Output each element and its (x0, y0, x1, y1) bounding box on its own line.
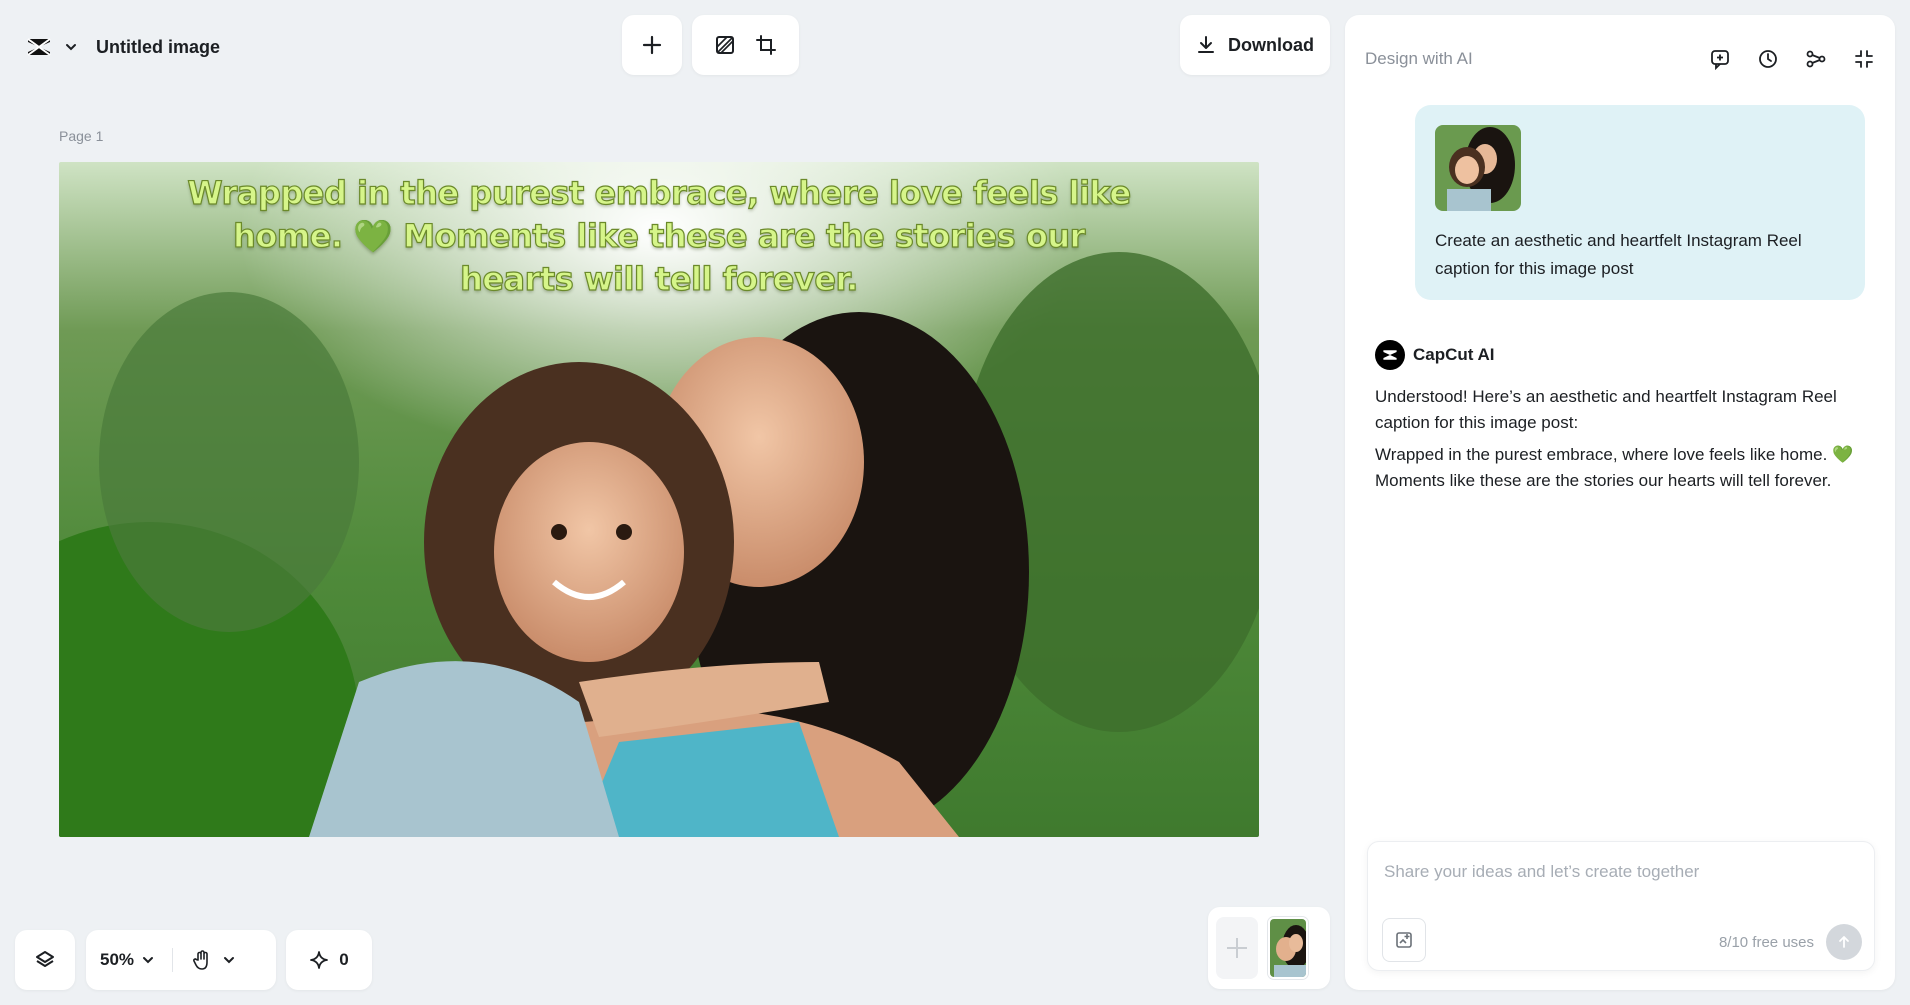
pan-tool-select[interactable] (191, 949, 235, 971)
assistant-message: CapCut AI Understood! Here’s an aestheti… (1375, 340, 1875, 494)
background-remove-icon[interactable] (714, 34, 736, 56)
ai-panel-header: Design with AI (1365, 29, 1875, 89)
user-message-text: Create an aesthetic and heartfelt Instag… (1435, 231, 1802, 278)
crop-resize-icon[interactable] (755, 34, 777, 56)
sparkle-icon (309, 950, 329, 970)
arrow-up-icon (1836, 934, 1852, 950)
ai-credits-button[interactable]: 0 (286, 930, 372, 990)
layers-icon (34, 949, 56, 971)
add-element-button[interactable] (622, 15, 682, 75)
ai-panel-title: Design with AI (1365, 49, 1473, 68)
brand-bar: Untitled image (12, 17, 240, 77)
download-label: Download (1228, 34, 1314, 55)
capcut-ai-avatar-icon (1375, 340, 1405, 370)
history-icon[interactable] (1757, 48, 1779, 70)
page-label: Page 1 (59, 128, 104, 144)
user-message-bubble: Create an aesthetic and heartfelt Instag… (1415, 105, 1865, 300)
chat-composer: Share your ideas and let’s create togeth… (1367, 841, 1875, 971)
assistant-reply-caption: Wrapped in the purest embrace, where lov… (1375, 445, 1854, 490)
chevron-down-icon[interactable] (64, 40, 78, 54)
attached-image-thumbnail[interactable] (1435, 125, 1521, 211)
assistant-header: CapCut AI (1375, 340, 1875, 370)
composer-input[interactable]: Share your ideas and let’s create togeth… (1384, 862, 1699, 882)
zoom-controls: 50% (86, 930, 276, 990)
download-button[interactable]: Download (1180, 15, 1330, 75)
assistant-name: CapCut AI (1413, 345, 1495, 364)
zoom-value: 50% (100, 950, 135, 969)
image-add-icon (1394, 930, 1414, 950)
plus-icon (1224, 935, 1250, 961)
collapse-icon[interactable] (1853, 48, 1875, 70)
free-uses-counter: 8/10 free uses (1718, 934, 1814, 951)
ai-panel: Design with AI Create an aesthetic and h… (1345, 15, 1895, 990)
share-icon[interactable] (1805, 48, 1827, 70)
design-canvas[interactable]: Wrapped in the purest embrace, where lov… (59, 162, 1259, 837)
download-icon (1196, 35, 1216, 55)
layers-button[interactable] (15, 930, 75, 990)
chevron-down-icon (223, 954, 235, 966)
send-button[interactable] (1826, 924, 1862, 960)
pages-strip (1208, 907, 1330, 989)
canvas-caption-text[interactable]: Wrapped in the purest embrace, where lov… (179, 172, 1139, 301)
add-page-button[interactable] (1216, 917, 1258, 979)
assistant-reply-intro: Understood! Here’s an aesthetic and hear… (1375, 387, 1837, 432)
page-thumbnail[interactable] (1268, 917, 1308, 979)
plus-icon (641, 34, 663, 56)
new-chat-icon[interactable] (1709, 48, 1731, 70)
edit-tools-group (692, 15, 799, 75)
capcut-logo-icon[interactable] (24, 32, 54, 62)
divider (172, 948, 174, 972)
upload-image-button[interactable] (1382, 918, 1426, 962)
ai-credits-count: 0 (339, 950, 349, 969)
zoom-select[interactable]: 50% (100, 950, 154, 970)
hand-icon (191, 949, 213, 971)
document-title[interactable]: Untitled image (96, 37, 220, 58)
chevron-down-icon (142, 954, 154, 966)
